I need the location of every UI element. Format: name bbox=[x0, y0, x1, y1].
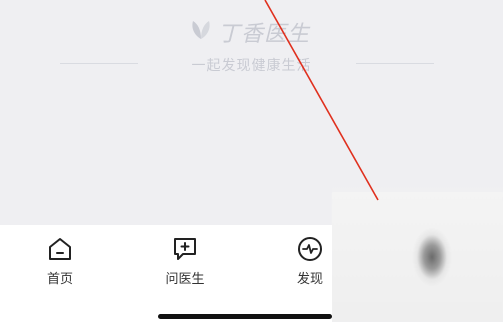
clove-leaf-icon bbox=[188, 17, 214, 47]
tab-discover[interactable]: 发现 bbox=[270, 235, 350, 287]
blurred-overlay bbox=[332, 192, 503, 322]
brand-name: 丁香医生 bbox=[218, 22, 311, 47]
chat-plus-icon bbox=[171, 235, 199, 263]
home-icon bbox=[46, 235, 74, 263]
tab-ask-doctor[interactable]: 问医生 bbox=[145, 235, 225, 287]
watermark-divider-right bbox=[356, 63, 434, 64]
app-watermark: 丁香医生 一起发现健康生活 bbox=[0, 0, 503, 90]
pulse-circle-icon bbox=[296, 235, 324, 263]
tab-ask-doctor-label: 问医生 bbox=[165, 272, 205, 287]
watermark-brand: 丁香医生 bbox=[188, 16, 310, 48]
bottom-tab-bar: 首页 问医生 发现 bbox=[0, 225, 332, 322]
home-indicator bbox=[158, 314, 332, 319]
watermark-slogan: 一起发现健康生活 bbox=[191, 58, 312, 74]
tab-home-label: 首页 bbox=[46, 272, 73, 287]
tab-home[interactable]: 首页 bbox=[20, 235, 100, 287]
tab-discover-label: 发现 bbox=[296, 272, 323, 287]
